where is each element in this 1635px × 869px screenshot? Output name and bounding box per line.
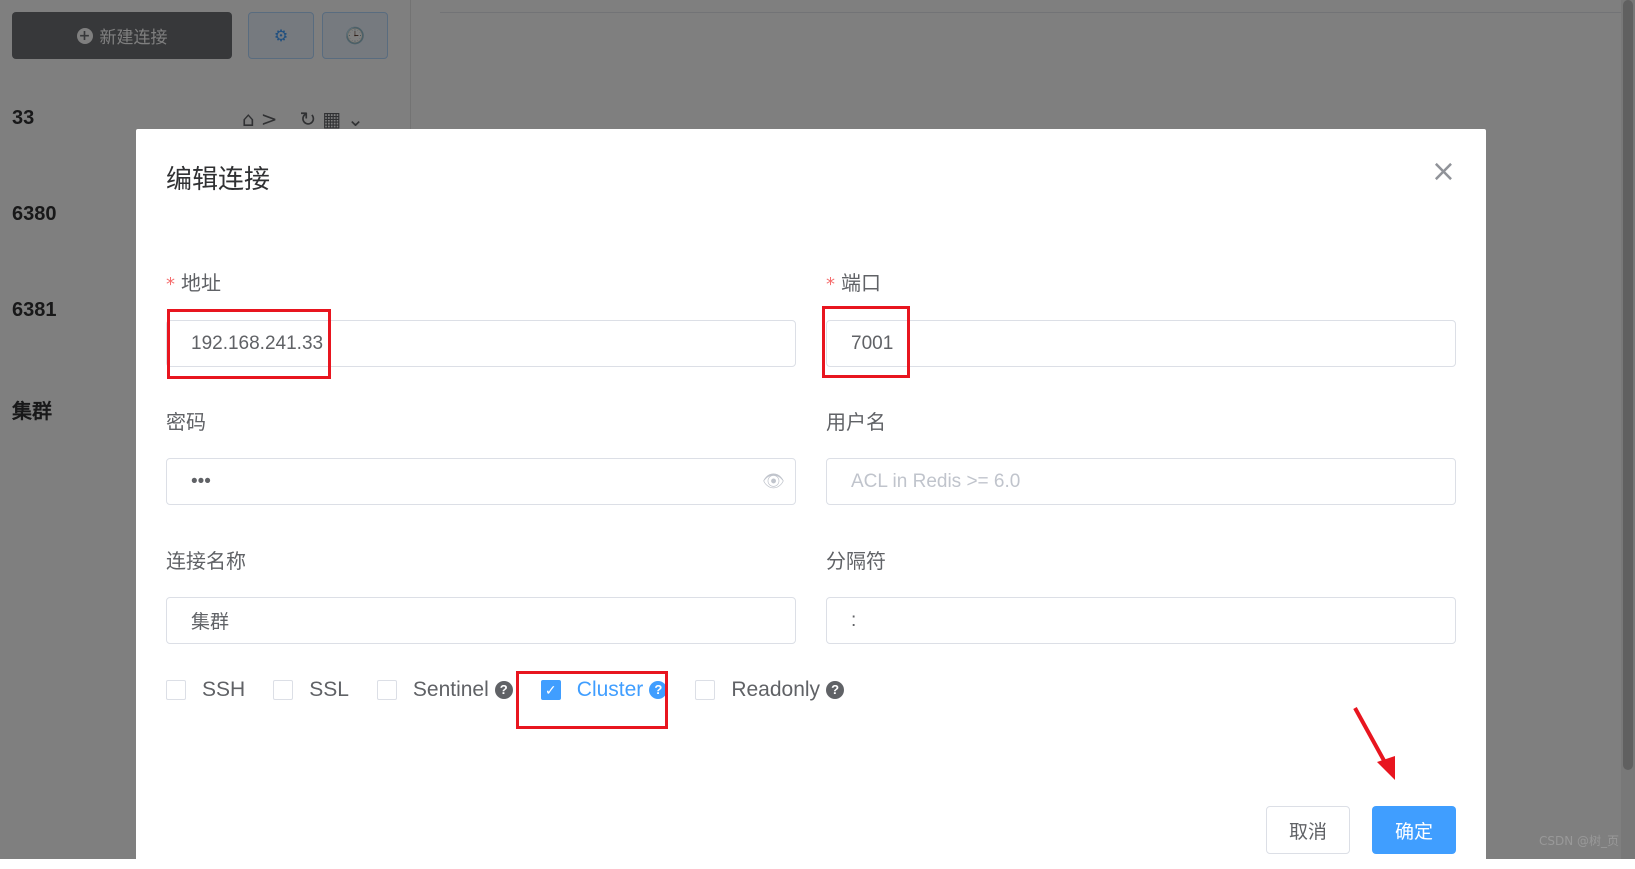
address-label: * 地址 <box>166 267 221 296</box>
username-label: 用户名 <box>826 410 886 434</box>
password-label: 密码 <box>166 410 206 434</box>
checkbox-box[interactable] <box>273 680 294 700</box>
ssl-checkbox[interactable]: SSL <box>273 678 349 702</box>
connection-name-label: 连接名称 <box>166 549 246 573</box>
help-icon[interactable]: ? <box>494 681 513 699</box>
port-label: * 端口 <box>826 267 881 296</box>
sentinel-label: Sentinel <box>412 678 489 701</box>
ssl-label: SSL <box>309 678 349 701</box>
cancel-button[interactable]: 取消 <box>1266 806 1350 854</box>
ssh-checkbox[interactable]: SSH <box>166 678 245 702</box>
arrow-head <box>1377 756 1395 780</box>
required-mark: * <box>166 274 175 295</box>
username-input[interactable]: ACL in Redis >= 6.0 <box>826 458 1456 505</box>
password-input[interactable]: ••• 👁 <box>166 458 796 505</box>
watermark: CSDN @树_页 <box>1538 834 1619 848</box>
ssh-label: SSH <box>202 678 246 701</box>
dialog-title: 编辑连接 <box>166 165 271 195</box>
eye-icon[interactable]: 👁 <box>762 471 785 492</box>
confirm-button[interactable]: 确定 <box>1372 806 1456 854</box>
checkbox-box[interactable] <box>166 680 186 700</box>
port-label-text: 端口 <box>841 271 881 295</box>
red-arrow-annotation <box>1353 707 1395 780</box>
password-value: ••• <box>191 470 211 492</box>
separator-input[interactable]: : <box>826 597 1456 644</box>
sentinel-checkbox[interactable]: Sentinel ? <box>376 678 513 702</box>
connection-name-input[interactable]: 集群 <box>166 597 796 644</box>
highlight-box <box>822 306 910 378</box>
help-icon[interactable]: ? <box>826 681 845 699</box>
checkbox-box[interactable] <box>376 680 397 700</box>
separator-label: 分隔符 <box>826 549 886 573</box>
highlight-box <box>167 309 331 379</box>
readonly-label: Readonly <box>731 678 821 701</box>
edit-connection-dialog: 编辑连接 × * 地址 192.168.241.33 * 端口 7001 密码 ••… <box>136 129 1486 869</box>
required-mark: * <box>826 274 835 295</box>
address-label-text: 地址 <box>181 271 221 295</box>
checkbox-box[interactable] <box>695 680 716 700</box>
readonly-checkbox[interactable]: Readonly ? <box>695 678 845 702</box>
highlight-box <box>516 671 668 729</box>
port-input[interactable]: 7001 <box>826 320 1456 367</box>
arrow-shaft <box>1353 707 1389 767</box>
close-icon[interactable]: × <box>1431 157 1456 187</box>
